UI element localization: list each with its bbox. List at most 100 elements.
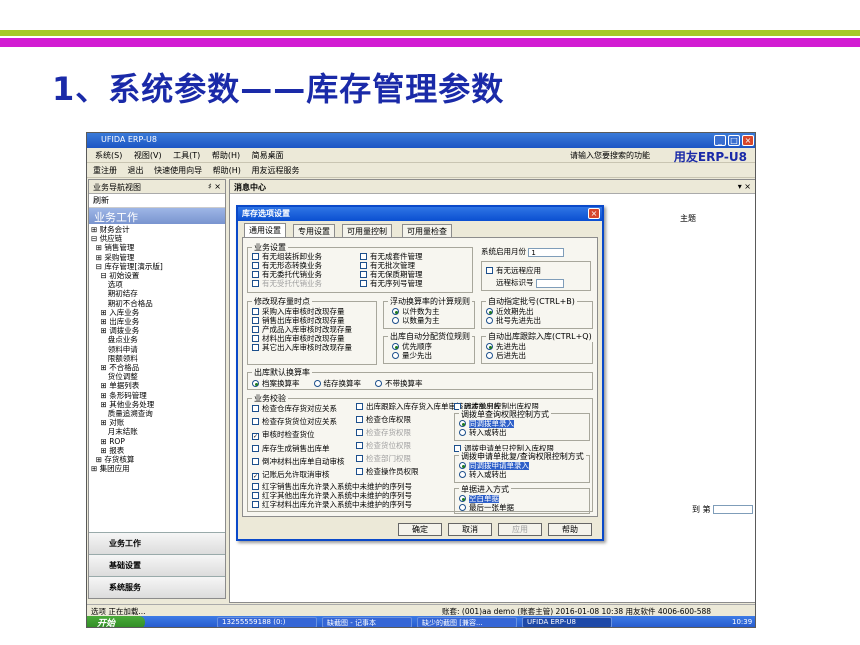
toolbar-quick-guide[interactable]: 快速使用向导	[154, 166, 202, 175]
checkbox[interactable]	[252, 271, 259, 278]
checkbox[interactable]	[252, 335, 259, 342]
checkbox[interactable]	[252, 317, 259, 324]
checkbox[interactable]	[252, 492, 259, 499]
radio[interactable]	[459, 429, 466, 436]
tab-close-icon[interactable]: ▾ ×	[738, 182, 751, 191]
tree-item[interactable]: ⊟ 库存管理[演示版]	[91, 262, 223, 271]
checkbox[interactable]	[252, 458, 259, 465]
radio[interactable]	[459, 504, 466, 511]
tree-item[interactable]: 盘点业务	[91, 335, 223, 344]
checkbox[interactable]: ✓	[252, 433, 259, 440]
tree-item[interactable]: ⊞ 销售管理	[91, 243, 223, 252]
apply-button[interactable]: 应用	[498, 523, 542, 536]
toolbar-exit[interactable]: 退出	[128, 166, 144, 175]
checkbox[interactable]	[252, 405, 259, 412]
radio[interactable]	[375, 380, 382, 387]
task-4[interactable]: UFIDA ERP-U8	[522, 617, 612, 627]
tab-availability-check[interactable]: 可用量检查	[402, 224, 452, 237]
radio[interactable]	[486, 343, 493, 350]
checkbox[interactable]	[356, 468, 363, 475]
checkbox[interactable]	[252, 483, 259, 490]
cancel-button[interactable]: 取消	[448, 523, 492, 536]
checkbox[interactable]	[252, 280, 259, 287]
maximize-button[interactable]: □	[728, 135, 740, 146]
tab-message-center[interactable]: 消息中心	[234, 183, 266, 192]
menu-help[interactable]: 帮助(H)	[212, 151, 240, 160]
tab-general[interactable]: 通用设置	[244, 223, 286, 237]
nav-system-service-button[interactable]: 系统服务	[89, 576, 225, 598]
radio[interactable]	[392, 343, 399, 350]
radio[interactable]	[486, 352, 493, 359]
radio[interactable]	[392, 317, 399, 324]
nav-pin-icon[interactable]: ♯ ×	[208, 182, 221, 191]
checkbox[interactable]	[360, 271, 367, 278]
task-2[interactable]: 缺截图 - 记事本	[322, 617, 412, 627]
checkbox[interactable]	[360, 253, 367, 260]
pager-input[interactable]	[713, 505, 754, 514]
checkbox[interactable]	[356, 416, 363, 423]
close-button[interactable]: ×	[742, 135, 754, 146]
checkbox[interactable]	[356, 455, 363, 462]
checkbox[interactable]	[360, 280, 367, 287]
minimize-button[interactable]: _	[714, 135, 726, 146]
checkbox[interactable]	[252, 445, 259, 452]
checkbox[interactable]: ✓	[252, 473, 259, 480]
tab-special[interactable]: 专用设置	[293, 224, 335, 237]
checkbox[interactable]	[252, 262, 259, 269]
toolbar-remote-service[interactable]: 用友远程服务	[251, 166, 299, 175]
checkbox[interactable]	[252, 308, 259, 315]
tree-item[interactable]: 期初不合格品	[91, 299, 223, 308]
task-1[interactable]: 13255559188 (0:)	[217, 617, 317, 627]
nav-business-work-button[interactable]: 业务工作	[89, 532, 225, 554]
nav-refresh-button[interactable]: 刷新	[89, 194, 225, 208]
menu-simple-desktop[interactable]: 简易桌面	[252, 151, 284, 160]
ok-button[interactable]: 确定	[398, 523, 442, 536]
checkbox[interactable]	[252, 326, 259, 333]
checkbox[interactable]	[356, 442, 363, 449]
radio[interactable]	[459, 495, 466, 502]
nav-basic-settings-button[interactable]: 基础设置	[89, 554, 225, 576]
checkbox[interactable]	[252, 418, 259, 425]
checkbox[interactable]	[252, 501, 259, 508]
tree-item[interactable]: ⊞ 其他业务处理	[91, 400, 223, 409]
tree-item[interactable]: 限额领料	[91, 354, 223, 363]
checkbox[interactable]	[356, 429, 363, 436]
radio[interactable]	[313, 380, 321, 387]
tree-item[interactable]: ⊞ 不合格品	[91, 363, 223, 372]
remote-checkbox[interactable]	[486, 267, 493, 274]
tree-item[interactable]: ⊞ 财务会计	[91, 225, 223, 234]
checkbox[interactable]	[356, 403, 363, 410]
dialog-close-button[interactable]: ×	[588, 208, 600, 219]
radio[interactable]	[392, 352, 399, 359]
task-3[interactable]: 缺少的截图 [兼容...	[417, 617, 517, 627]
tree-item[interactable]: ⊞ ROP	[91, 437, 223, 446]
radio[interactable]	[486, 308, 493, 315]
menu-tools[interactable]: 工具(T)	[173, 151, 200, 160]
toolbar-relogin[interactable]: 重注册	[93, 166, 117, 175]
toolbar-help[interactable]: 帮助(H)	[213, 166, 241, 175]
start-button[interactable]: 开始	[87, 616, 145, 627]
radio[interactable]	[459, 471, 466, 478]
search-hint[interactable]: 请输入您要搜索的功能	[570, 150, 650, 161]
tree-item[interactable]: ⊞ 存货核算	[91, 455, 223, 464]
tree-item[interactable]: ⊞ 集团应用	[91, 464, 223, 473]
radio[interactable]	[252, 380, 259, 387]
tree-item[interactable]: 月末结账	[91, 427, 223, 436]
tab-availability-control[interactable]: 可用量控制	[342, 224, 392, 237]
tree-item[interactable]: ⊞ 采购管理	[91, 253, 223, 262]
tree-item[interactable]: ⊞ 入库业务	[91, 308, 223, 317]
tree-item[interactable]: 质量追溯查询	[91, 409, 223, 418]
tree-item[interactable]: 领料申请	[91, 345, 223, 354]
tree-item[interactable]: ⊞ 出库业务	[91, 317, 223, 326]
radio[interactable]	[459, 420, 466, 427]
radio[interactable]	[486, 317, 493, 324]
tree-item[interactable]: ⊞ 单据列表	[91, 381, 223, 390]
menu-system[interactable]: 系统(S)	[95, 151, 122, 160]
tree-item[interactable]: ⊞ 条形码管理	[91, 391, 223, 400]
radio[interactable]	[392, 308, 399, 315]
tree-item[interactable]: 期初结存	[91, 289, 223, 298]
remote-id-input[interactable]	[535, 278, 564, 288]
checkbox[interactable]	[252, 344, 259, 351]
tree-item[interactable]: ⊞ 报表	[91, 446, 223, 455]
tree-item[interactable]: ⊟ 初始设置	[91, 271, 223, 280]
